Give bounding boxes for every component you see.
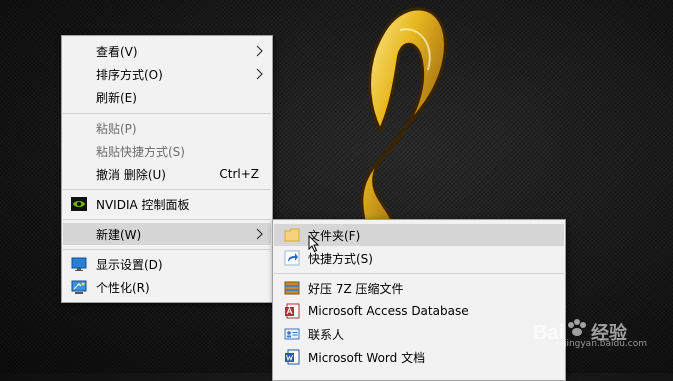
folder-icon (284, 228, 300, 242)
menu-item-personalize-label: 个性化(R) (96, 280, 150, 295)
golden-logo-decoration (360, 7, 447, 240)
menu-separator (63, 249, 271, 250)
menu-item-undo-delete[interactable]: 撤消 删除(U) Ctrl+Z (63, 163, 271, 185)
baidu-paw-logo: Bai 经验 (533, 319, 628, 344)
menu-item-undo-delete-shortcut: Ctrl+Z (219, 167, 259, 181)
archive-icon (284, 281, 300, 295)
chevron-right-icon (256, 228, 263, 240)
access-database-icon (285, 303, 300, 319)
baidu-watermark: Bai 经验 jingyan.baidu.com (511, 315, 661, 355)
menu-item-sort-by[interactable]: 排序方式(O) (63, 63, 271, 85)
menu-separator (274, 273, 564, 274)
menu-item-new[interactable]: 新建(W) (63, 223, 271, 245)
chevron-right-icon (256, 45, 263, 57)
nvidia-icon (71, 197, 87, 211)
menu-item-view-label: 查看(V) (96, 44, 138, 59)
submenu-item-contact-label: 联系人 (308, 327, 345, 342)
menu-item-nvidia-control-panel[interactable]: NVIDIA 控制面板 (63, 193, 271, 215)
menu-item-undo-delete-label: 撤消 删除(U) (96, 167, 166, 182)
menu-item-nvidia-control-panel-label: NVIDIA 控制面板 (96, 197, 190, 212)
menu-separator (63, 189, 271, 190)
menu-item-display-settings-label: 显示设置(D) (96, 257, 163, 272)
menu-item-display-settings[interactable]: 显示设置(D) (63, 253, 271, 275)
menu-item-paste-label: 粘贴(P) (96, 121, 137, 136)
submenu-item-access-database-label: Microsoft Access Database (308, 304, 469, 318)
submenu-item-7z-archive[interactable]: 好压 7Z 压缩文件 (274, 277, 564, 299)
word-document-icon (285, 349, 300, 365)
menu-item-paste-shortcut-label: 粘贴快捷方式(S) (96, 144, 185, 159)
desktop-context-menu: 查看(V) 排序方式(O) 刷新(E) 粘贴(P) 粘贴快捷方式(S) 撤消 删… (61, 35, 273, 303)
menu-item-refresh-label: 刷新(E) (96, 90, 137, 105)
chevron-right-icon (256, 68, 263, 80)
watermark-url: jingyan.baidu.com (563, 339, 647, 349)
menu-item-paste-shortcut[interactable]: 粘贴快捷方式(S) (63, 140, 271, 162)
menu-item-new-label: 新建(W) (96, 227, 142, 242)
menu-separator (63, 219, 271, 220)
menu-item-view[interactable]: 查看(V) (63, 40, 271, 62)
submenu-item-word-document-label: Microsoft Word 文档 (308, 350, 426, 365)
menu-item-personalize[interactable]: 个性化(R) (63, 276, 271, 298)
personalize-icon (71, 280, 87, 294)
menu-item-paste[interactable]: 粘贴(P) (63, 117, 271, 139)
display-monitor-icon (71, 257, 87, 271)
svg-text:Bai: Bai (533, 322, 564, 344)
menu-separator (63, 113, 271, 114)
mouse-cursor-icon (308, 235, 320, 253)
menu-item-refresh[interactable]: 刷新(E) (63, 86, 271, 108)
menu-item-sort-by-label: 排序方式(O) (96, 67, 163, 82)
contact-card-icon (284, 328, 300, 340)
shortcut-arrow-icon (284, 250, 300, 266)
submenu-item-7z-archive-label: 好压 7Z 压缩文件 (308, 281, 404, 296)
